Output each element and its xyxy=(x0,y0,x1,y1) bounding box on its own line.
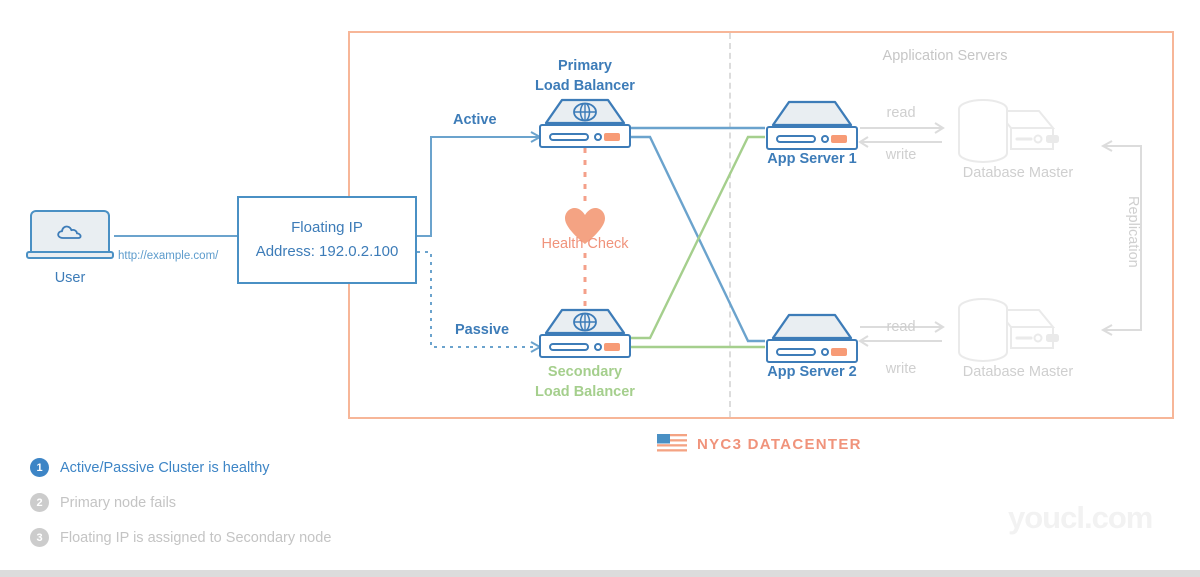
app-server-2-label: App Server 2 xyxy=(767,364,857,380)
user-laptop-icon xyxy=(26,210,114,262)
database-cylinder-and-server xyxy=(958,99,1059,163)
read-label-2: read xyxy=(886,319,916,335)
app-server-2-icon[interactable] xyxy=(766,313,858,363)
lb-drive-slot xyxy=(549,343,589,351)
lb-indicator-circle xyxy=(594,343,602,351)
server-status-led xyxy=(831,135,847,143)
cloud-icon xyxy=(57,225,82,239)
database-master-1-icon[interactable] xyxy=(955,97,1073,165)
health-check-label: Health Check xyxy=(541,236,629,252)
primary-load-balancer-icon[interactable] xyxy=(539,98,631,148)
lb-chassis-base xyxy=(539,334,631,358)
legend-item-2[interactable]: 2 Primary node fails xyxy=(30,485,331,520)
write-label-1: write xyxy=(885,147,917,163)
lb-indicator-circle xyxy=(594,133,602,141)
legend: 1 Active/Passive Cluster is healthy 2 Pr… xyxy=(30,450,331,555)
legend-text-3: Floating IP is assigned to Secondary nod… xyxy=(60,529,332,546)
app-server-1-icon[interactable] xyxy=(766,100,858,150)
server-indicator-circle xyxy=(821,348,829,356)
diagram-canvas: User http://example.com/ Floating IP Add… xyxy=(0,0,1200,577)
database-master-2-label: Database Master xyxy=(962,364,1074,380)
server-chassis-base xyxy=(766,339,858,363)
application-servers-section-title: Application Servers xyxy=(882,48,1008,64)
replication-label: Replication xyxy=(1125,196,1141,268)
secondary-lb-title-line1: Secondary xyxy=(547,364,623,380)
us-flag-icon xyxy=(657,434,687,454)
server-indicator-circle xyxy=(821,135,829,143)
database-master-1-label: Database Master xyxy=(962,165,1074,181)
database-cylinder-and-server xyxy=(958,298,1059,362)
app-server-1-label: App Server 1 xyxy=(767,151,857,167)
primary-lb-title-line2: Load Balancer xyxy=(535,78,635,94)
secondary-load-balancer-icon[interactable] xyxy=(539,308,631,358)
legend-number-2: 2 xyxy=(30,493,49,512)
floating-ip-title: Floating IP xyxy=(291,219,363,236)
active-path-label: Active xyxy=(453,112,497,128)
secondary-lb-title-line2: Load Balancer xyxy=(535,384,635,400)
passive-path-label: Passive xyxy=(455,322,510,338)
lb-chassis-top xyxy=(544,308,626,335)
legend-number-1: 1 xyxy=(30,458,49,477)
server-chassis-base xyxy=(766,126,858,150)
lb-chassis-base xyxy=(539,124,631,148)
lb-chassis-top xyxy=(544,98,626,125)
datacenter-name: NYC3 DATACENTER xyxy=(697,435,862,453)
server-drive-slot xyxy=(776,135,816,143)
lb-status-led xyxy=(604,343,620,351)
legend-text-2: Primary node fails xyxy=(60,494,177,511)
watermark: youcl.com xyxy=(1008,500,1153,535)
primary-lb-title-line1: Primary xyxy=(557,58,612,74)
server-drive-slot xyxy=(776,348,816,356)
lb-status-led xyxy=(604,133,620,141)
user-label: User xyxy=(54,270,86,286)
legend-text-1: Active/Passive Cluster is healthy xyxy=(60,459,270,476)
datacenter-caption: NYC3 DATACENTER xyxy=(657,434,862,454)
server-chassis-top xyxy=(771,313,853,340)
datacenter-divider xyxy=(729,33,731,417)
legend-item-1[interactable]: 1 Active/Passive Cluster is healthy xyxy=(30,450,331,485)
read-label-1: read xyxy=(886,105,916,121)
laptop-base xyxy=(26,251,114,259)
database-master-2-icon[interactable] xyxy=(955,296,1073,364)
server-chassis-top xyxy=(771,100,853,127)
server-status-led xyxy=(831,348,847,356)
legend-item-3[interactable]: 3 Floating IP is assigned to Secondary n… xyxy=(30,520,331,555)
legend-number-3: 3 xyxy=(30,528,49,547)
floating-ip-address: Address: 192.0.2.100 xyxy=(255,243,399,260)
write-label-2: write xyxy=(885,361,917,377)
floating-ip-box: Floating IP Address: 192.0.2.100 xyxy=(237,196,417,284)
lb-drive-slot xyxy=(549,133,589,141)
user-url-label: http://example.com/ xyxy=(118,250,219,262)
bottom-edge-strip xyxy=(0,570,1200,577)
